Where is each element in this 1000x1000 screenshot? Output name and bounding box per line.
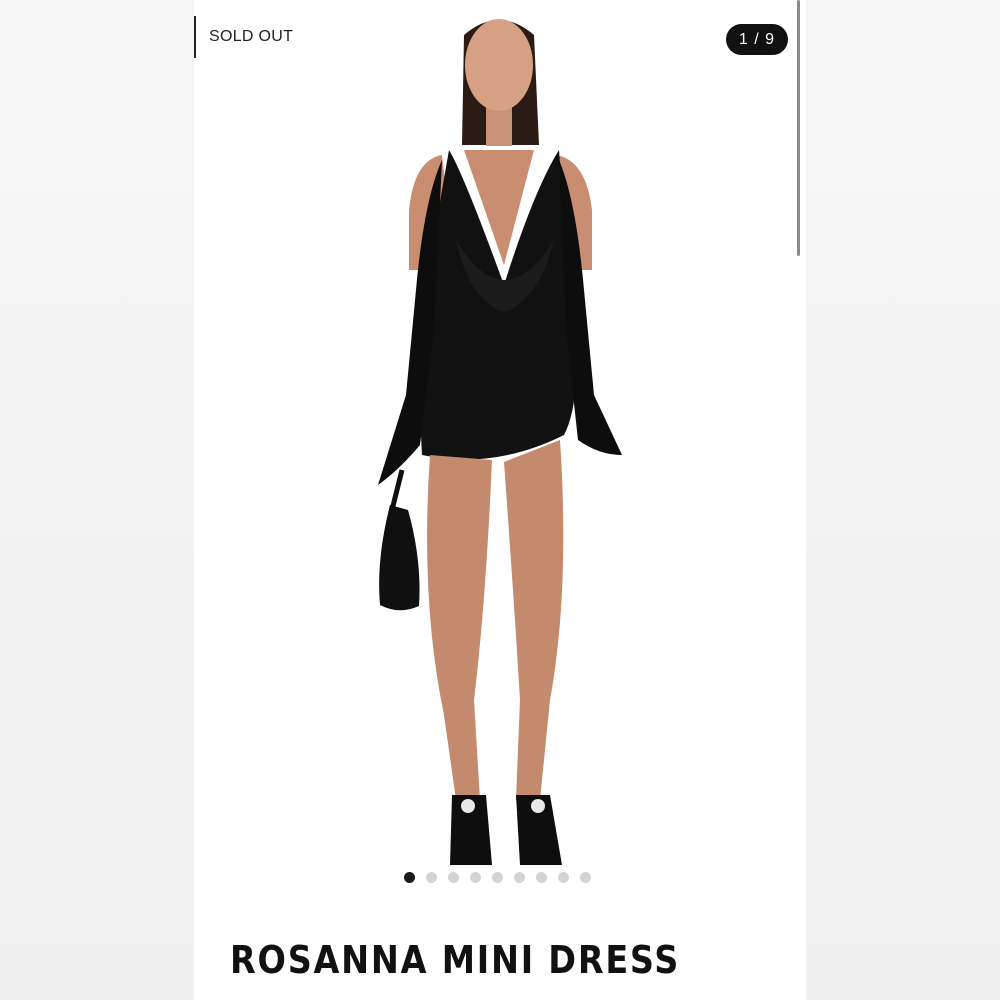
product-title: ROSANNA MINI DRESS bbox=[230, 938, 681, 982]
carousel-dot-5[interactable] bbox=[492, 872, 503, 883]
scrollbar[interactable] bbox=[797, 0, 800, 256]
right-background bbox=[806, 0, 1000, 1000]
carousel-dot-4[interactable] bbox=[470, 872, 481, 883]
carousel-dot-8[interactable] bbox=[558, 872, 569, 883]
handbag bbox=[379, 505, 420, 611]
handbag-strap bbox=[389, 469, 405, 511]
carousel-pagination[interactable] bbox=[404, 872, 591, 883]
left-leg bbox=[427, 455, 492, 800]
left-background bbox=[0, 0, 194, 1000]
carousel-dot-7[interactable] bbox=[536, 872, 547, 883]
right-leg bbox=[504, 440, 564, 800]
carousel-dot-2[interactable] bbox=[426, 872, 437, 883]
sold-out-badge: SOLD OUT bbox=[194, 16, 293, 58]
face bbox=[465, 19, 533, 111]
carousel-dot-3[interactable] bbox=[448, 872, 459, 883]
product-image[interactable] bbox=[194, 0, 806, 880]
carousel-dot-9[interactable] bbox=[580, 872, 591, 883]
carousel-dot-6[interactable] bbox=[514, 872, 525, 883]
image-counter: 1 / 9 bbox=[726, 24, 788, 55]
product-screen: SOLD OUT 1 / 9 ROSANNA MINI DRESS bbox=[0, 0, 1000, 1000]
left-shoe-star bbox=[461, 799, 475, 813]
carousel-dot-1[interactable] bbox=[404, 872, 415, 883]
right-shoe-star bbox=[531, 799, 545, 813]
